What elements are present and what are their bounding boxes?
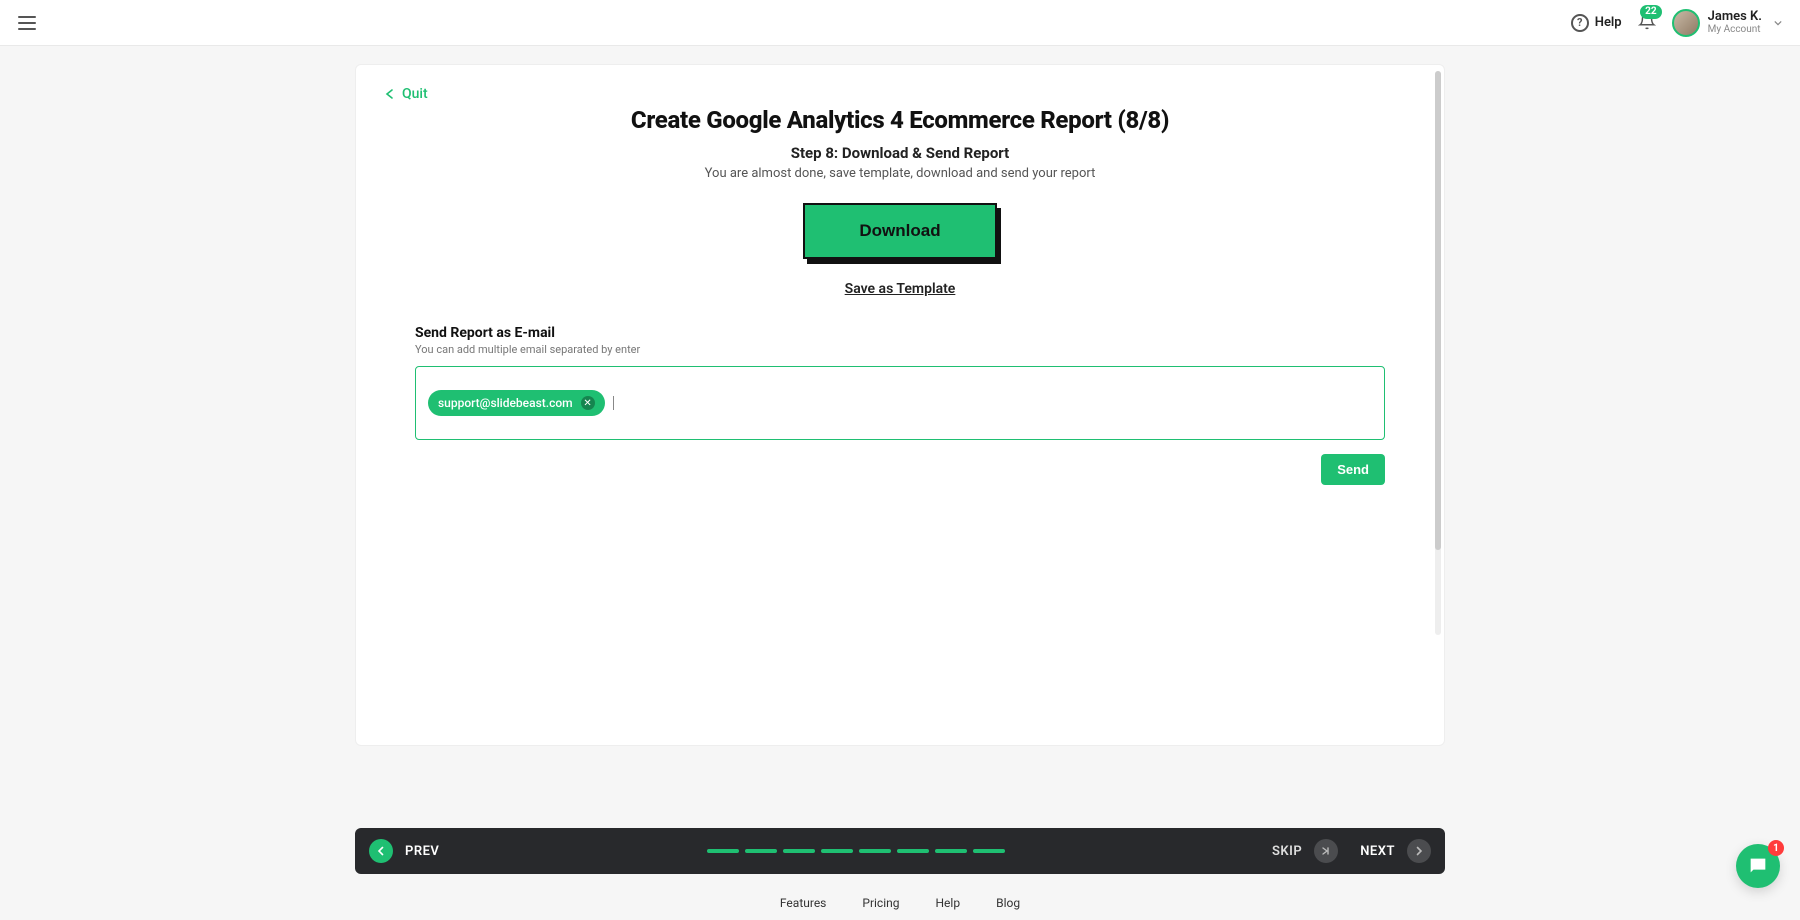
user-name: James K.	[1708, 10, 1762, 24]
quit-link[interactable]: Quit	[384, 86, 428, 102]
quit-label: Quit	[402, 86, 428, 102]
footer-link[interactable]: Blog	[996, 896, 1020, 910]
progress-segment	[707, 849, 739, 853]
user-menu[interactable]: James K. My Account	[1672, 9, 1782, 37]
send-button[interactable]: Send	[1321, 454, 1385, 485]
save-template-link[interactable]: Save as Template	[356, 281, 1444, 297]
next-button[interactable]: NEXT	[1360, 844, 1395, 859]
email-chip: support@slidebeast.com ✕	[428, 390, 605, 416]
email-section-help: You can add multiple email separated by …	[415, 343, 1385, 356]
help-icon: ?	[1571, 14, 1589, 32]
arrow-left-icon	[384, 88, 396, 100]
email-input[interactable]: support@slidebeast.com ✕	[415, 366, 1385, 440]
email-chip-text: support@slidebeast.com	[438, 396, 573, 410]
progress-segment	[783, 849, 815, 853]
step-description: You are almost done, save template, down…	[356, 166, 1444, 181]
avatar	[1672, 9, 1700, 37]
footer-link[interactable]: Help	[936, 896, 961, 910]
scrollbar[interactable]	[1435, 71, 1441, 635]
skip-icon[interactable]	[1314, 839, 1338, 863]
help-link[interactable]: ? Help	[1571, 14, 1622, 32]
progress-segment	[935, 849, 967, 853]
notification-count: 22	[1640, 5, 1661, 19]
wizard-card: Quit Create Google Analytics 4 Ecommerce…	[355, 64, 1445, 746]
footer-link[interactable]: Features	[780, 896, 826, 910]
progress-segment	[973, 849, 1005, 853]
prev-icon[interactable]	[369, 839, 393, 863]
progress-segment	[859, 849, 891, 853]
chevron-down-icon	[1774, 19, 1782, 27]
progress-segment	[745, 849, 777, 853]
progress-segment	[821, 849, 853, 853]
email-section-label: Send Report as E-mail	[415, 325, 1385, 341]
wizard-nav: PREV SKIP NEXT	[355, 828, 1445, 874]
chat-badge: 1	[1768, 840, 1784, 856]
notifications-button[interactable]: 22	[1638, 11, 1656, 35]
next-icon[interactable]	[1407, 839, 1431, 863]
progress-bar	[707, 849, 1005, 853]
chat-icon	[1747, 855, 1769, 877]
footer-links: Features Pricing Help Blog	[780, 896, 1020, 920]
help-label: Help	[1595, 15, 1622, 30]
page-title: Create Google Analytics 4 Ecommerce Repo…	[356, 106, 1444, 134]
top-bar: ? Help 22 James K. My Account	[0, 0, 1800, 46]
remove-chip-icon[interactable]: ✕	[581, 396, 595, 410]
step-title: Step 8: Download & Send Report	[356, 144, 1444, 162]
skip-button[interactable]: SKIP	[1272, 844, 1302, 859]
user-subtitle: My Account	[1708, 24, 1762, 35]
progress-segment	[897, 849, 929, 853]
download-button[interactable]: Download	[803, 203, 996, 259]
menu-icon[interactable]	[18, 16, 36, 30]
footer-link[interactable]: Pricing	[862, 896, 899, 910]
prev-button[interactable]: PREV	[405, 844, 439, 859]
chat-widget[interactable]: 1	[1736, 844, 1780, 888]
